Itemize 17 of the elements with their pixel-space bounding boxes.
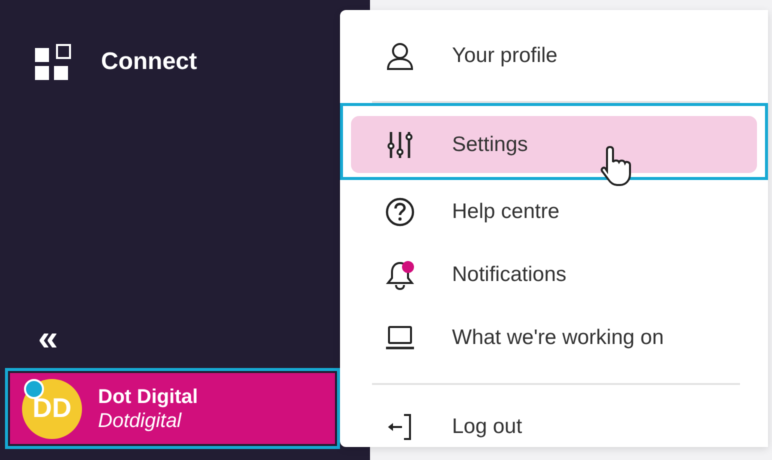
menu-item[interactable]: What we're working on bbox=[340, 306, 768, 369]
organisation-name: Dotdigital bbox=[98, 408, 183, 432]
sliders-icon bbox=[385, 130, 415, 160]
user-name: Dot Digital bbox=[98, 384, 198, 408]
app-logo-icon bbox=[35, 44, 71, 80]
avatar: DD bbox=[22, 378, 82, 438]
menu-item[interactable]: Log out bbox=[340, 395, 768, 458]
app-name: Connect bbox=[101, 47, 197, 77]
bell-icon bbox=[385, 260, 415, 290]
menu-item[interactable]: Help centre bbox=[340, 180, 768, 243]
menu-item[interactable]: Settings bbox=[340, 103, 768, 180]
menu-item[interactable]: Your profile bbox=[340, 24, 768, 87]
help-icon bbox=[385, 196, 415, 226]
profile-button[interactable]: DD Dot Digital Dotdigital bbox=[10, 373, 335, 444]
user-icon bbox=[385, 40, 415, 70]
menu-item[interactable]: Notifications bbox=[340, 243, 768, 306]
collapse-sidebar-button[interactable]: « bbox=[38, 320, 58, 356]
